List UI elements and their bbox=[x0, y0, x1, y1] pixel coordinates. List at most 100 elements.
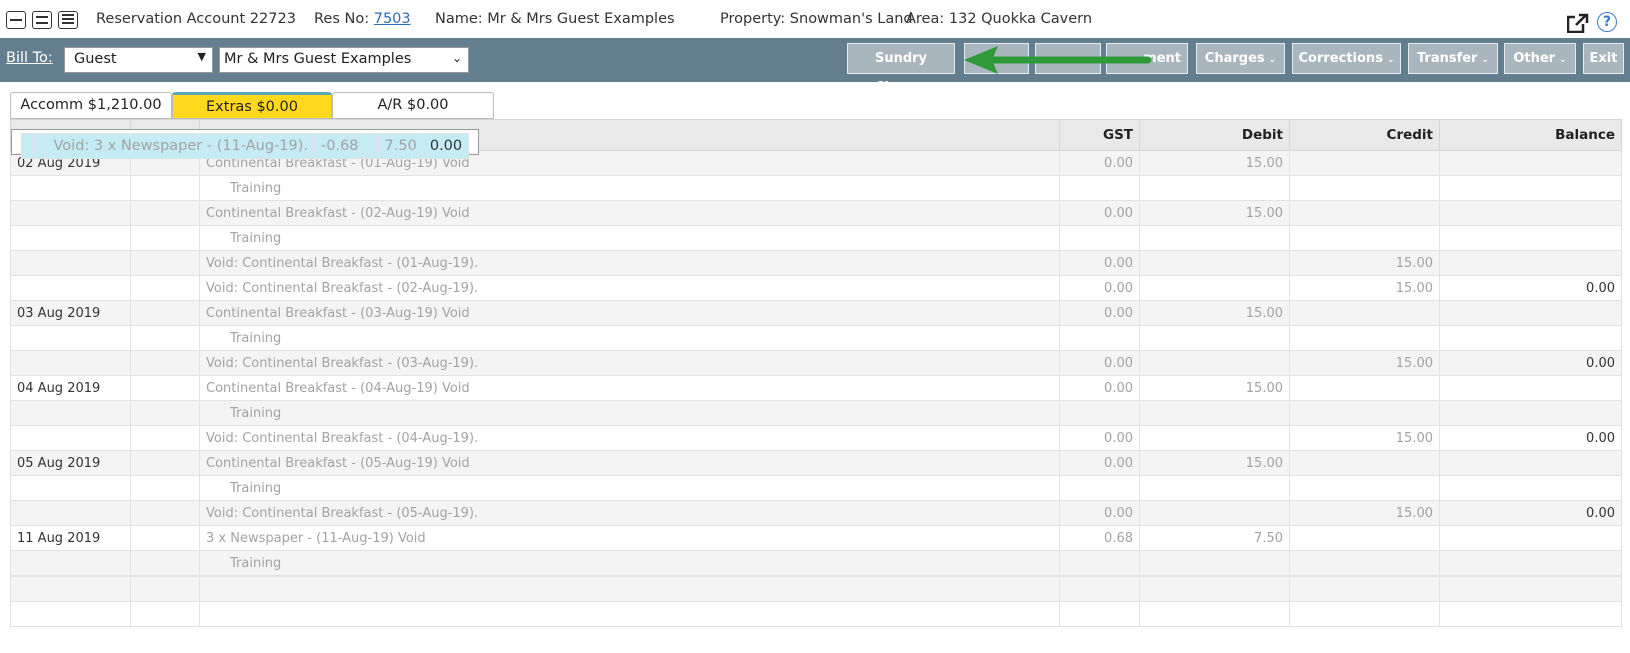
transfer-button[interactable]: Transfer ⌄ bbox=[1408, 43, 1498, 74]
corrections-button[interactable]: Corrections ⌄ bbox=[1292, 43, 1401, 74]
cell-inv-no bbox=[130, 525, 200, 551]
table-row[interactable]: 05 Aug 2019 Continental Breakfast - (05-A… bbox=[10, 450, 1622, 476]
cell-date bbox=[10, 576, 131, 602]
cell-description: Training bbox=[199, 325, 1060, 351]
cell-debit: 15.00 bbox=[1139, 200, 1290, 226]
collapse-view-icon[interactable] bbox=[6, 11, 26, 29]
table-row[interactable]: Training bbox=[10, 325, 1622, 351]
cell-gst: 0.68 bbox=[1059, 525, 1140, 551]
sundry-charge-button[interactable]: Sundry Charge bbox=[847, 43, 955, 95]
cell-balance bbox=[1439, 400, 1622, 426]
bill-to-name-value: Mr & Mrs Guest Examples bbox=[224, 51, 412, 67]
cell-inv-no bbox=[130, 175, 200, 201]
table-row[interactable]: Training bbox=[10, 175, 1622, 201]
help-icon[interactable]: ? bbox=[1597, 12, 1617, 32]
cell-description: Training bbox=[199, 475, 1060, 501]
cell-gst: 0.00 bbox=[1059, 300, 1140, 326]
cell-balance bbox=[1439, 225, 1622, 251]
cell-gst bbox=[1059, 325, 1140, 351]
popout-icon[interactable] bbox=[1567, 13, 1589, 33]
expanded-view-icon[interactable] bbox=[58, 11, 78, 29]
cell-credit: 15.00 bbox=[1289, 250, 1440, 276]
compact-view-icon[interactable] bbox=[32, 11, 52, 29]
cell-credit: 7.50 bbox=[377, 132, 424, 159]
column-header-debit[interactable]: Debit bbox=[1139, 119, 1290, 151]
table-row[interactable] bbox=[10, 576, 1622, 602]
exit-button[interactable]: Exit bbox=[1583, 43, 1624, 74]
cell-date bbox=[20, 132, 35, 159]
table-row[interactable]: 03 Aug 2019 Continental Breakfast - (03-A… bbox=[10, 300, 1622, 326]
res-no: Res No: 7503 bbox=[314, 11, 411, 27]
charges-label: Charges bbox=[1204, 51, 1265, 66]
cell-gst bbox=[1059, 475, 1140, 501]
cell-credit bbox=[1289, 525, 1440, 551]
cell-credit bbox=[1289, 325, 1440, 351]
cell-debit: 15.00 bbox=[1139, 150, 1290, 176]
table-row[interactable]: Training bbox=[10, 475, 1622, 501]
cell-description bbox=[199, 601, 1060, 627]
cell-gst bbox=[1059, 225, 1140, 251]
tab-ar[interactable]: A/R $0.00 bbox=[332, 92, 494, 119]
cell-date bbox=[10, 250, 131, 276]
table-row[interactable]: Void: Continental Breakfast - (03-Aug-19… bbox=[10, 350, 1622, 376]
cell-debit bbox=[1139, 475, 1290, 501]
tab-accomm[interactable]: Accomm $1,210.00 bbox=[10, 92, 172, 119]
transactions-table: Date Inv No Description GST Debit Credit… bbox=[10, 119, 1622, 627]
cell-gst: 0.00 bbox=[1059, 350, 1140, 376]
bill-to-name-select[interactable]: Mr & Mrs Guest Examples ⌄ bbox=[219, 47, 469, 73]
other-button[interactable]: Other ⌄ bbox=[1504, 43, 1576, 74]
table-row[interactable]: Void: Continental Breakfast - (02-Aug-19… bbox=[10, 275, 1622, 301]
cell-credit bbox=[1289, 375, 1440, 401]
transfer-label: Transfer bbox=[1416, 51, 1478, 66]
table-row[interactable]: 04 Aug 2019 Continental Breakfast - (04-A… bbox=[10, 375, 1622, 401]
cell-inv-no bbox=[130, 275, 200, 301]
cell-inv-no bbox=[130, 475, 200, 501]
cell-debit bbox=[1139, 175, 1290, 201]
cell-gst bbox=[1059, 175, 1140, 201]
table-row[interactable]: Void: Continental Breakfast - (04-Aug-19… bbox=[10, 425, 1622, 451]
column-header-balance[interactable]: Balance bbox=[1439, 119, 1622, 151]
column-header-credit[interactable]: Credit bbox=[1289, 119, 1440, 151]
cell-date bbox=[10, 475, 131, 501]
table-row[interactable]: Void: Continental Breakfast - (05-Aug-19… bbox=[10, 500, 1622, 526]
cell-balance: 0.00 bbox=[422, 132, 470, 159]
cell-balance bbox=[1439, 475, 1622, 501]
cell-date bbox=[10, 225, 131, 251]
cell-inv-no bbox=[130, 425, 200, 451]
table-row[interactable]: Continental Breakfast - (02-Aug-19) Void… bbox=[10, 200, 1622, 226]
table-row[interactable]: Void: Continental Breakfast - (01-Aug-19… bbox=[10, 250, 1622, 276]
cell-inv-no bbox=[130, 576, 200, 602]
res-no-link[interactable]: 7503 bbox=[374, 11, 411, 27]
cell-balance bbox=[1439, 525, 1622, 551]
cell-gst: 0.00 bbox=[1059, 275, 1140, 301]
table-row[interactable]: Training bbox=[10, 550, 1622, 576]
cell-date bbox=[10, 275, 131, 301]
cell-description: Training bbox=[199, 225, 1060, 251]
chevron-down-icon: ⌄ bbox=[1268, 55, 1277, 65]
table-row[interactable]: 11 Aug 2019 3 x Newspaper - (11-Aug-19) V… bbox=[10, 525, 1622, 551]
cell-description: Training bbox=[199, 175, 1060, 201]
cell-description: 3 x Newspaper - (11-Aug-19) Void bbox=[199, 525, 1060, 551]
cell-credit: 15.00 bbox=[1289, 275, 1440, 301]
cell-inv-no bbox=[130, 375, 200, 401]
bill-to-label[interactable]: Bill To: bbox=[6, 50, 53, 66]
cell-inv-no bbox=[130, 500, 200, 526]
property-name: Property: Snowman's Land bbox=[720, 11, 913, 27]
cell-debit bbox=[1139, 500, 1290, 526]
cell-credit bbox=[1289, 450, 1440, 476]
cell-inv-no bbox=[130, 200, 200, 226]
top-bar: Reservation Account 22723 Res No: 7503 N… bbox=[0, 0, 1630, 38]
tab-extras[interactable]: Extras $0.00 bbox=[172, 92, 332, 119]
cell-debit bbox=[1139, 576, 1290, 602]
bill-to-type-select[interactable]: Guest ▼ bbox=[64, 47, 213, 73]
table-row[interactable]: Void: 3 x Newspaper - (11-Aug-19). -0.68 7… bbox=[10, 128, 480, 159]
table-row[interactable] bbox=[10, 601, 1622, 627]
table-row[interactable]: Training bbox=[10, 225, 1622, 251]
cell-gst: 0.00 bbox=[1059, 150, 1140, 176]
account-title: Reservation Account 22723 bbox=[96, 11, 296, 27]
column-header-gst[interactable]: GST bbox=[1059, 119, 1140, 151]
table-row[interactable]: Training bbox=[10, 400, 1622, 426]
cell-debit bbox=[1139, 225, 1290, 251]
charges-button[interactable]: Charges ⌄ bbox=[1196, 43, 1285, 74]
cell-balance bbox=[1439, 300, 1622, 326]
